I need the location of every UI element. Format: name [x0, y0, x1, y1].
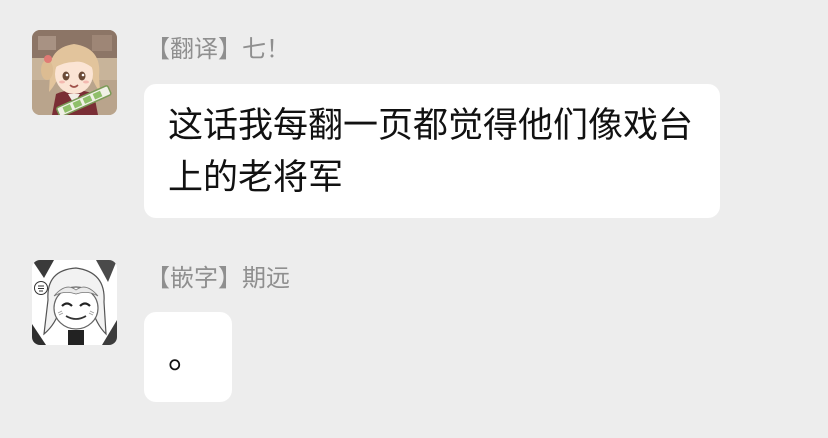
message-bubble[interactable]: 这话我每翻一页都觉得他们像戏台上的老将军	[144, 84, 720, 218]
message-bubble[interactable]: 。	[144, 312, 232, 402]
manga-girl-avatar-icon[interactable]	[32, 260, 117, 345]
chat-message: 【嵌字】期远 。	[0, 250, 828, 438]
anime-girl-avatar-icon[interactable]	[32, 30, 117, 115]
sender-name: 【翻译】七！	[146, 35, 290, 63]
chat-message: 【翻译】七！ 这话我每翻一页都觉得他们像戏台上的老将军	[0, 0, 828, 230]
sender-name: 【嵌字】期远	[146, 264, 290, 292]
